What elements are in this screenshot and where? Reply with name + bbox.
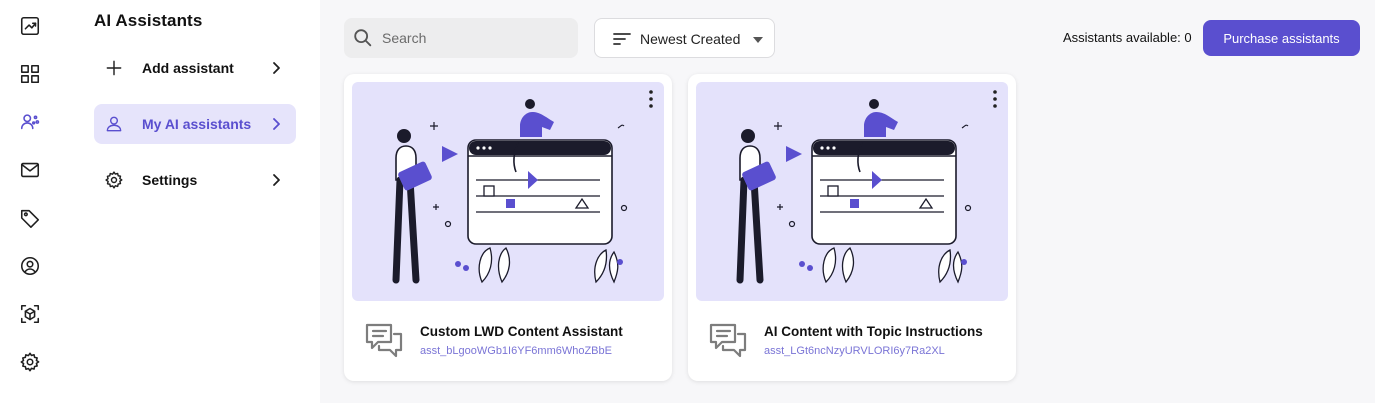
assistant-name: Custom LWD Content Assistant xyxy=(420,324,623,339)
chat-bubbles-icon xyxy=(708,322,748,360)
tag-icon[interactable] xyxy=(18,206,42,230)
sort-lines-icon xyxy=(612,31,632,47)
nav-item-add-assistant[interactable]: Add assistant xyxy=(94,48,296,88)
assistant-card[interactable]: AI Content with Topic Instructions asst_… xyxy=(688,74,1016,381)
cube-icon[interactable] xyxy=(18,302,42,326)
profile-icon[interactable] xyxy=(18,254,42,278)
nav-item-my-ai-assistants[interactable]: My AI assistants xyxy=(94,104,296,144)
settings-gear-icon[interactable] xyxy=(18,350,42,374)
assistant-id: asst_LGt6ncNzyURVLORI6y7Ra2XL xyxy=(764,345,945,357)
assistant-card[interactable]: Custom LWD Content Assistant asst_bLgooW… xyxy=(344,74,672,381)
icon-rail xyxy=(0,0,70,403)
chevron-right-icon xyxy=(268,172,284,188)
chevron-right-icon xyxy=(268,116,284,132)
assistant-id: asst_bLgooWGb1I6YF6mm6WhoZBbE xyxy=(420,345,612,357)
search-box xyxy=(344,18,578,58)
mail-icon[interactable] xyxy=(18,158,42,182)
sort-dropdown[interactable]: Newest Created xyxy=(594,18,775,58)
assistant-illustration xyxy=(352,82,664,301)
people-editing-window-illustration xyxy=(736,99,972,284)
sort-selected-value: Newest Created xyxy=(640,31,741,47)
plus-icon xyxy=(103,57,125,79)
assistants-subnav: AI Assistants Add assistant My AI assist… xyxy=(70,0,320,403)
chevron-right-icon xyxy=(268,60,284,76)
caret-down-icon xyxy=(752,33,764,45)
user-icon xyxy=(103,113,125,135)
assistant-illustration xyxy=(696,82,1008,301)
assistants-available-text: Assistants available: 0 xyxy=(1063,30,1192,45)
search-icon xyxy=(354,29,372,47)
nav-item-label: Settings xyxy=(142,172,198,188)
gear-icon xyxy=(103,169,125,191)
ai-assistant-icon[interactable] xyxy=(18,110,42,134)
dashboard-icon[interactable] xyxy=(18,62,42,86)
subnav-title: AI Assistants xyxy=(94,11,203,30)
nav-item-label: Add assistant xyxy=(142,60,234,76)
purchase-assistants-button[interactable]: Purchase assistants xyxy=(1203,20,1360,56)
nav-item-settings[interactable]: Settings xyxy=(94,160,296,200)
nav-item-label: My AI assistants xyxy=(142,116,252,132)
search-input[interactable] xyxy=(382,18,572,58)
analytics-icon[interactable] xyxy=(18,14,42,38)
people-editing-window-illustration xyxy=(392,99,628,284)
chat-bubbles-icon xyxy=(364,322,404,360)
more-options-icon[interactable] xyxy=(988,88,1002,110)
assistant-name: AI Content with Topic Instructions xyxy=(764,324,983,339)
more-options-icon[interactable] xyxy=(644,88,658,110)
